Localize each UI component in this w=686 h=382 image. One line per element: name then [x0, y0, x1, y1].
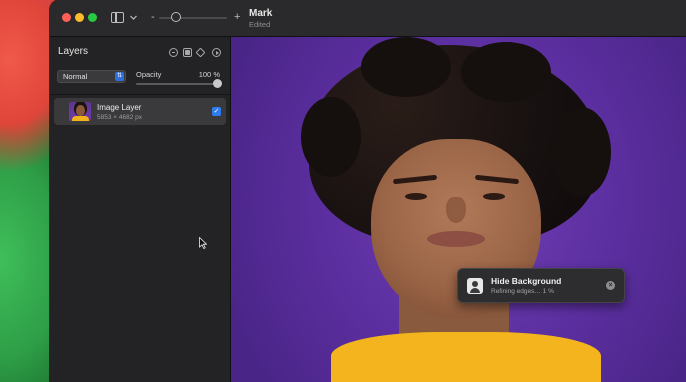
blend-mode-value: Normal: [63, 72, 88, 81]
photo-subject-shirt: [331, 332, 601, 382]
toast-progress-text: Refining edges… 1 %: [491, 288, 554, 295]
app-window: - + Mark Edited Layers Normal ⇅ Opacity …: [50, 0, 686, 382]
layer-visibility-checkbox[interactable]: ✓: [212, 107, 221, 116]
close-window-button[interactable]: [62, 13, 71, 22]
cancel-icon[interactable]: ×: [606, 281, 615, 290]
minimize-window-button[interactable]: [75, 13, 84, 22]
zoom-out-icon[interactable]: -: [151, 11, 155, 23]
zoom-window-button[interactable]: [88, 13, 97, 22]
zoom-in-icon[interactable]: +: [234, 11, 240, 23]
opacity-slider-knob[interactable]: [213, 79, 222, 88]
document-title: Mark: [249, 8, 273, 19]
chevron-down-icon[interactable]: [130, 12, 137, 20]
layer-dimensions: 5853 × 4682 px: [97, 114, 142, 121]
document-status: Edited: [249, 20, 271, 29]
mask-icon[interactable]: [183, 48, 192, 57]
remove-layer-icon[interactable]: [169, 48, 178, 57]
play-circle-icon[interactable]: [212, 48, 221, 57]
sidebar-toggle-icon[interactable]: [111, 12, 124, 23]
zoom-slider-knob[interactable]: [171, 12, 181, 22]
layers-stack-icon[interactable]: [195, 47, 206, 58]
title-bar: - + Mark Edited: [50, 0, 686, 37]
layer-thumbnail: [69, 102, 91, 121]
layer-row[interactable]: Image Layer 5853 × 4682 px ✓: [54, 98, 226, 125]
zoom-slider[interactable]: [159, 17, 227, 19]
layers-sidebar: Layers Normal ⇅ Opacity 100 % Image Laye…: [50, 37, 231, 382]
divider: [50, 94, 230, 95]
layers-panel-title: Layers: [58, 46, 89, 57]
image-canvas[interactable]: [231, 37, 686, 382]
opacity-value: 100 %: [198, 70, 220, 79]
hide-background-toast: Hide Background Refining edges… 1 % ×: [457, 268, 625, 303]
opacity-label: Opacity: [136, 70, 162, 79]
updown-chevron-icon: ⇅: [115, 72, 124, 81]
toast-title: Hide Background: [491, 276, 562, 286]
blend-mode-select[interactable]: Normal ⇅: [57, 70, 126, 83]
layer-name: Image Layer: [97, 103, 142, 112]
person-silhouette-icon: [467, 278, 483, 294]
opacity-slider[interactable]: [136, 83, 219, 85]
